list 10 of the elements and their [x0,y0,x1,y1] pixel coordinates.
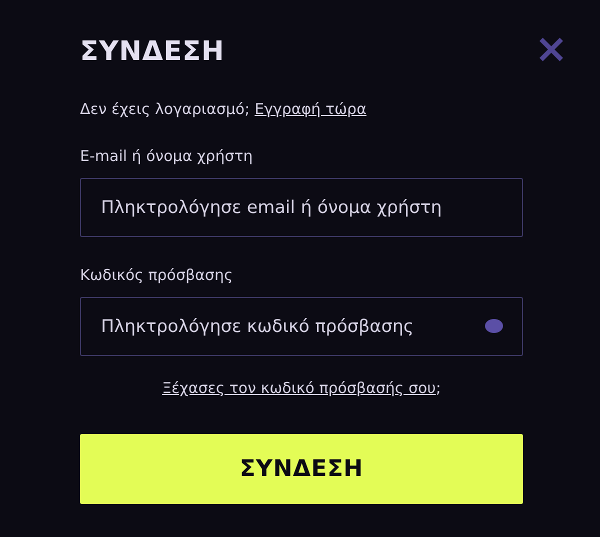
field-label: E-mail ή όνομα χρήστη [80,147,254,165]
input-field[interactable]: Πληκτρολόγησε email ή όνομα χρήστη [80,178,523,237]
field-label: Κωδικός πρόσβασης [80,266,234,284]
signup-link[interactable]: Εγγραφή τώρα [254,100,366,118]
password-field[interactable]: Πληκτρολόγησε κωδικό πρόσβασης [80,297,523,356]
login-button[interactable]: ΣΥΝΔΕΣΗ [80,434,523,504]
forgot-password-link[interactable]: Ξέχασες τον κωδικό πρόσβασής σου [162,379,436,397]
signup-prompt: Δεν έχεις λογαριασμό; [80,100,250,118]
punctuation: ; [436,379,441,397]
dialog-title: ΣΥΝΔΕΣΗ [80,36,224,66]
